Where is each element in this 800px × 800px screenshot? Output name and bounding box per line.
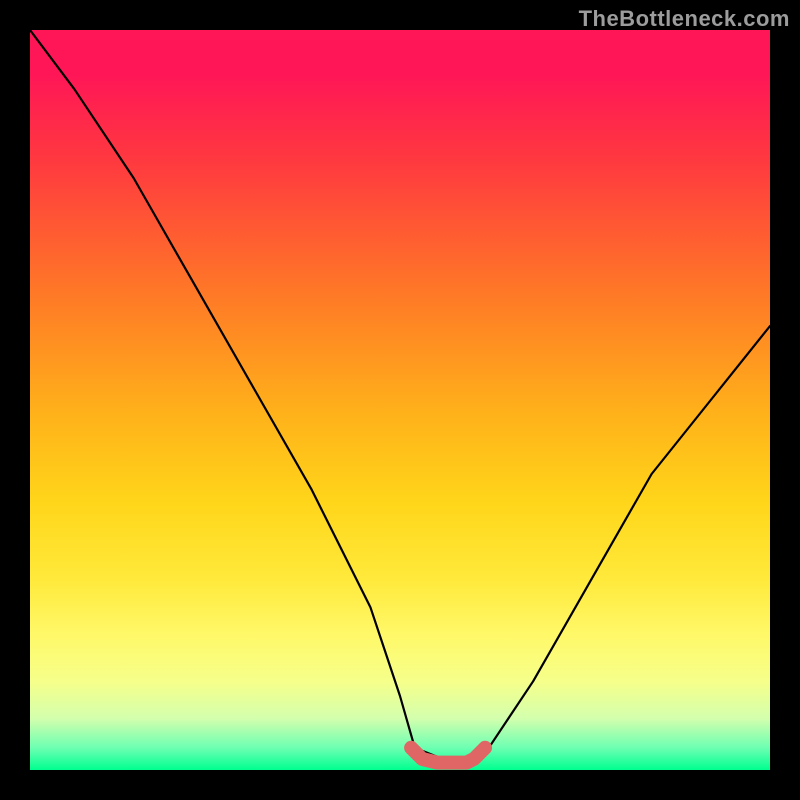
watermark-text: TheBottleneck.com [579, 6, 790, 32]
chart-overlay-svg [30, 30, 770, 770]
bottleneck-curve [30, 30, 770, 763]
chart-frame: TheBottleneck.com [0, 0, 800, 800]
flat-minimum-highlight [411, 748, 485, 763]
chart-plot-area [30, 30, 770, 770]
